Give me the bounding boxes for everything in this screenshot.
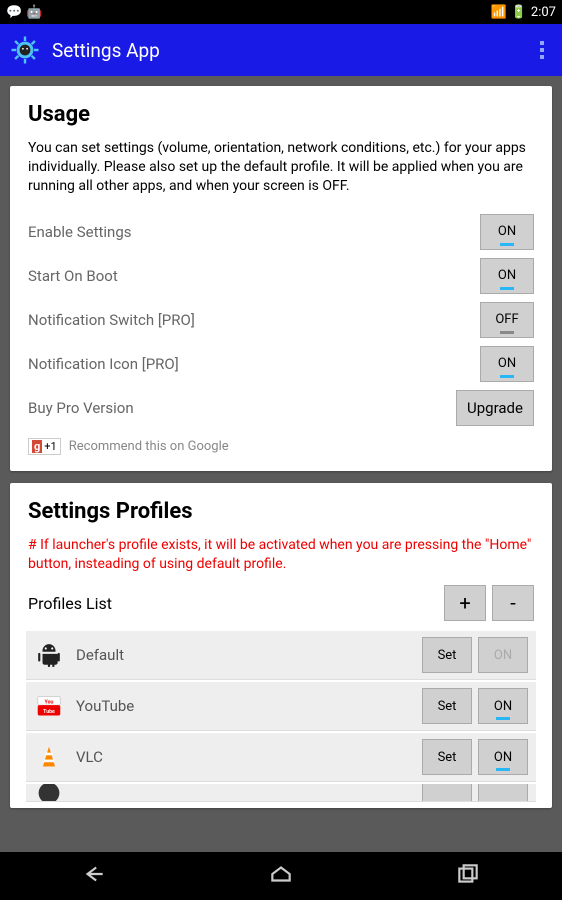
gplus-text: Recommend this on Google: [69, 439, 229, 454]
wifi-icon: 📶: [491, 5, 507, 20]
label: Start On Boot: [28, 267, 480, 285]
navigation-bar: [0, 852, 562, 900]
gplus-row: g +1 Recommend this on Google: [28, 438, 534, 455]
home-button[interactable]: [268, 861, 294, 891]
profile-name: Default: [76, 646, 416, 664]
profile-row-default[interactable]: Default Set ON: [26, 631, 536, 680]
google-g-icon: g: [32, 440, 42, 453]
usage-description: You can set settings (volume, orientatio…: [28, 139, 534, 196]
profiles-heading: Settings Profiles: [28, 499, 534, 524]
row-start-on-boot: Start On Boot ON: [28, 254, 534, 298]
toggle-button[interactable]: [478, 784, 528, 802]
toggle-button[interactable]: ON: [478, 637, 528, 673]
toggle-notification-icon[interactable]: ON: [480, 346, 534, 382]
label: Enable Settings: [28, 223, 480, 241]
page-title: Settings App: [52, 39, 160, 62]
android-icon: 🤖: [26, 5, 42, 20]
set-button[interactable]: Set: [422, 688, 472, 724]
speech-bubble-icon: 💬: [6, 5, 22, 20]
label: Buy Pro Version: [28, 399, 456, 417]
profiles-card: Settings Profiles # If launcher's profil…: [10, 483, 552, 809]
usage-heading: Usage: [28, 102, 534, 127]
svg-text:You: You: [45, 700, 54, 706]
profile-row-vlc[interactable]: VLC Set ON: [26, 733, 536, 782]
overflow-menu-button[interactable]: [532, 33, 552, 67]
content-scroll[interactable]: Usage You can set settings (volume, orie…: [0, 76, 562, 852]
clock: 2:07: [531, 5, 556, 20]
row-notification-switch: Notification Switch [PRO] OFF: [28, 298, 534, 342]
profile-row-partial[interactable]: [26, 784, 536, 802]
label: Notification Icon [PRO]: [28, 355, 480, 373]
gplus-button[interactable]: g +1: [28, 438, 61, 455]
row-buy-pro: Buy Pro Version Upgrade: [28, 386, 534, 430]
back-button[interactable]: [81, 861, 107, 891]
profile-row-youtube[interactable]: YouTube YouTube Set ON: [26, 682, 536, 731]
add-profile-button[interactable]: +: [444, 585, 486, 621]
battery-icon: 🔋: [511, 5, 527, 20]
profile-name: VLC: [76, 748, 416, 766]
upgrade-button[interactable]: Upgrade: [456, 390, 534, 426]
vlc-icon: [34, 742, 64, 772]
youtube-icon: You Tube: [34, 691, 64, 721]
set-button[interactable]: Set: [422, 739, 472, 775]
recents-button[interactable]: [455, 861, 481, 891]
toggle-button[interactable]: ON: [478, 688, 528, 724]
app-gear-icon: [10, 35, 40, 65]
remove-profile-button[interactable]: -: [492, 585, 534, 621]
profile-name: YouTube: [76, 697, 416, 715]
label: Notification Switch [PRO]: [28, 311, 480, 329]
profiles-warning: # If launcher's profile exists, it will …: [28, 536, 534, 574]
android-icon: [34, 640, 64, 670]
app-icon: [34, 784, 64, 802]
row-notification-icon: Notification Icon [PRO] ON: [28, 342, 534, 386]
svg-text:Tube: Tube: [43, 709, 55, 715]
status-bar: 💬 🤖 📶 🔋 2:07: [0, 0, 562, 24]
set-button[interactable]: [422, 784, 472, 802]
toggle-button[interactable]: ON: [478, 739, 528, 775]
toggle-notification-switch[interactable]: OFF: [480, 302, 534, 338]
action-bar: Settings App: [0, 24, 562, 76]
usage-card: Usage You can set settings (volume, orie…: [10, 86, 552, 471]
set-button[interactable]: Set: [422, 637, 472, 673]
profiles-list-head: Profiles List + -: [28, 585, 534, 621]
toggle-enable-settings[interactable]: ON: [480, 214, 534, 250]
row-enable-settings: Enable Settings ON: [28, 210, 534, 254]
profiles-list-label: Profiles List: [28, 594, 438, 613]
toggle-start-on-boot[interactable]: ON: [480, 258, 534, 294]
